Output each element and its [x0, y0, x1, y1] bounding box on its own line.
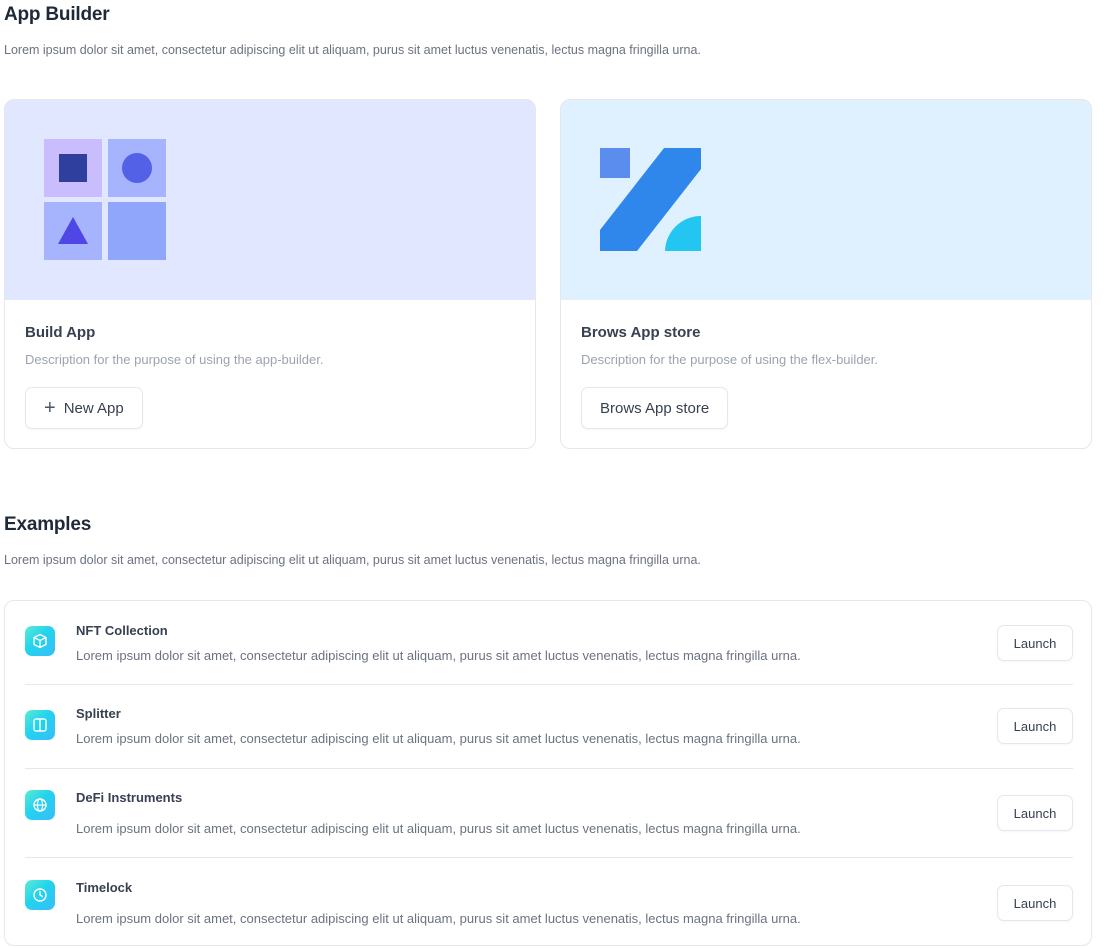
clock-icon	[25, 880, 55, 910]
plus-icon: +	[44, 397, 56, 419]
new-app-button[interactable]: + New App	[25, 387, 143, 429]
shapes-grid-icon	[44, 139, 166, 260]
brows-app-store-button[interactable]: Brows App store	[581, 387, 729, 429]
example-row-defi-instruments: DeFi Instruments Lorem ipsum dolor sit a…	[25, 790, 1073, 860]
example-title: Timelock	[76, 880, 133, 895]
page-description: Lorem ipsum dolor sit amet, consectetur …	[4, 43, 701, 57]
row-divider	[25, 684, 1073, 685]
example-row-nft-collection: NFT Collection Lorem ipsum dolor sit ame…	[25, 623, 1073, 683]
app-store-description: Description for the purpose of using the…	[581, 352, 879, 367]
example-row-splitter: Splitter Lorem ipsum dolor sit amet, con…	[25, 706, 1073, 766]
example-description: Lorem ipsum dolor sit amet, consectetur …	[76, 648, 801, 663]
globe-icon	[25, 790, 55, 820]
launch-button-splitter[interactable]: Launch	[997, 708, 1073, 744]
row-divider	[25, 768, 1073, 769]
launch-button-timelock[interactable]: Launch	[997, 885, 1073, 921]
example-row-timelock: Timelock Lorem ipsum dolor sit amet, con…	[25, 880, 1073, 940]
page-title: App Builder	[4, 4, 110, 25]
launch-button-nft-collection[interactable]: Launch	[997, 625, 1073, 661]
examples-list: NFT Collection Lorem ipsum dolor sit ame…	[4, 600, 1092, 946]
example-title: Splitter	[76, 706, 121, 721]
examples-description: Lorem ipsum dolor sit amet, consectetur …	[4, 553, 701, 567]
cube-icon	[25, 626, 55, 656]
app-store-card: Brows App store Description for the purp…	[560, 99, 1092, 449]
app-store-logo-icon	[600, 148, 701, 251]
app-builder-page: App Builder Lorem ipsum dolor sit amet, …	[0, 0, 1114, 948]
build-app-description: Description for the purpose of using the…	[25, 352, 324, 367]
build-app-hero	[5, 100, 535, 300]
example-description: Lorem ipsum dolor sit amet, consectetur …	[76, 731, 801, 746]
launch-button-defi-instruments[interactable]: Launch	[997, 795, 1073, 831]
example-title: DeFi Instruments	[76, 790, 183, 805]
app-store-title: Brows App store	[581, 324, 701, 341]
build-app-card: Build App Description for the purpose of…	[4, 99, 536, 449]
app-store-hero	[561, 100, 1091, 300]
build-app-title: Build App	[25, 324, 96, 341]
new-app-label: New App	[63, 399, 124, 417]
split-panel-icon	[25, 710, 55, 740]
example-description: Lorem ipsum dolor sit amet, consectetur …	[76, 911, 801, 926]
example-title: NFT Collection	[76, 623, 168, 638]
row-divider	[25, 857, 1073, 858]
example-description: Lorem ipsum dolor sit amet, consectetur …	[76, 821, 801, 836]
examples-title: Examples	[4, 514, 92, 535]
